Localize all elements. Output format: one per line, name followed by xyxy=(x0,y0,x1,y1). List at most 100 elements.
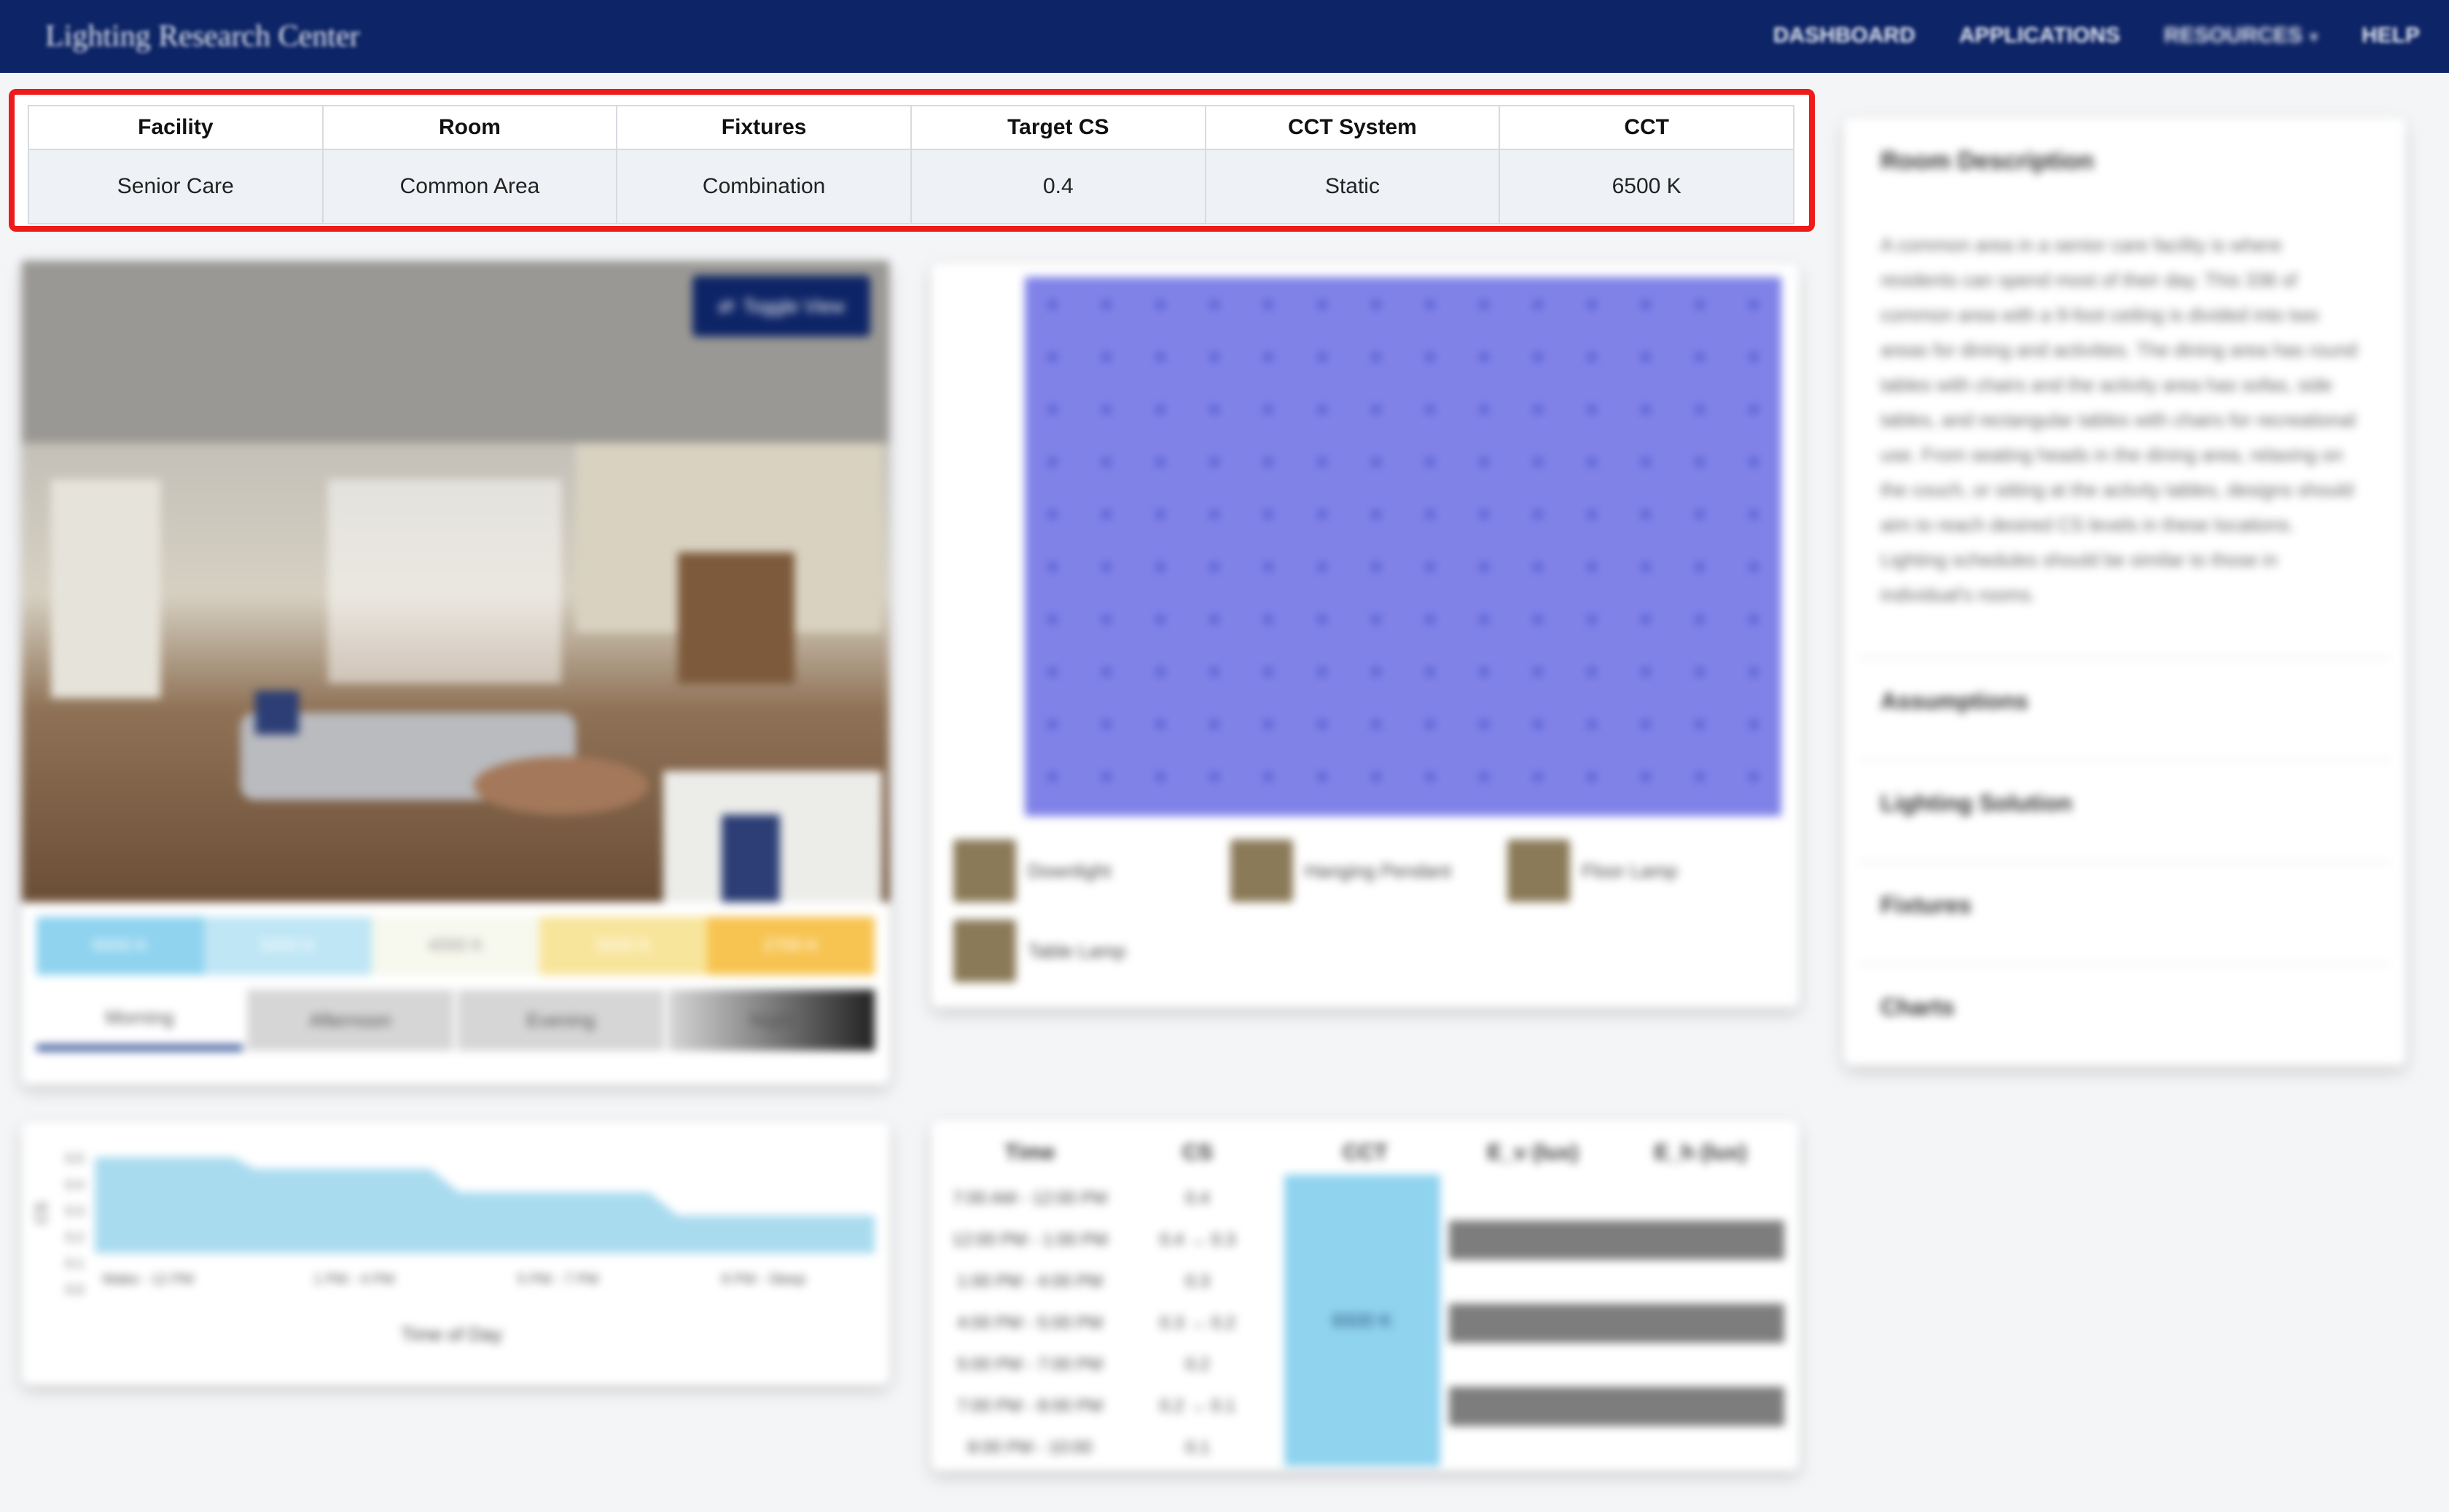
illuminance-point xyxy=(1695,615,1704,624)
cell-cct: 6500 K xyxy=(1499,149,1794,224)
accordion-assumptions[interactable]: Assumptions xyxy=(1859,657,2391,746)
illuminance-point xyxy=(1264,667,1273,676)
illuminance-point xyxy=(1587,615,1596,624)
illuminance-point xyxy=(1641,405,1650,414)
toggle-view-icon: ⇄ xyxy=(718,294,735,317)
room-render-image[interactable]: ⇄ Toggle View xyxy=(22,261,889,902)
cct-option-5000[interactable]: 5000 K xyxy=(204,917,372,975)
cell-room: Common Area xyxy=(321,149,618,224)
tab-night[interactable]: Night xyxy=(668,990,875,1051)
tab-afternoon[interactable]: Afternoon xyxy=(247,990,453,1051)
illuminance-point xyxy=(1426,667,1434,676)
legend-pendant[interactable]: Hanging Pendant xyxy=(1230,839,1493,902)
nav-resources[interactable]: RESOURCES ▾ xyxy=(2164,23,2318,48)
cs-ytick: 0.1 xyxy=(66,1256,84,1271)
cct-option-3000[interactable]: 3000 K xyxy=(539,917,707,975)
illuminance-point xyxy=(1372,563,1380,571)
illuminance-point xyxy=(1480,300,1488,309)
col-room: Room xyxy=(321,105,618,150)
illuminance-point xyxy=(1264,353,1273,361)
illuminance-point xyxy=(1318,667,1327,676)
illuminance-point xyxy=(1264,720,1273,729)
illuminance-point xyxy=(1749,772,1758,781)
illuminance-point xyxy=(1534,458,1542,466)
time-of-day-tabs: Morning Afternoon Evening Night xyxy=(36,990,875,1051)
room-description-title[interactable]: Room Description xyxy=(1880,147,2094,176)
illuminance-point xyxy=(1210,772,1219,781)
cs-ytick: 0.3 xyxy=(66,1204,84,1218)
nav-applications[interactable]: APPLICATIONS xyxy=(1959,23,2120,48)
illuminance-point xyxy=(1480,615,1488,624)
illuminance-point xyxy=(1048,563,1057,571)
schedule-cell xyxy=(1449,1262,1617,1301)
floor-lamp-thumbnail xyxy=(1507,839,1570,902)
illuminance-point xyxy=(1210,353,1219,361)
legend-downlight[interactable]: Downlight xyxy=(953,839,1216,902)
illuminance-point xyxy=(1210,510,1219,519)
tab-evening[interactable]: Evening xyxy=(458,990,664,1051)
illuminance-point xyxy=(1102,563,1111,571)
illuminance-point xyxy=(1318,720,1327,729)
accordion-label: Fixtures xyxy=(1880,892,1972,918)
illuminance-point xyxy=(1480,720,1488,729)
schedule-cell xyxy=(1449,1345,1617,1384)
illuminance-grid[interactable] xyxy=(1025,277,1781,816)
schedule-cell: 0.3 → 0.2 xyxy=(1159,1313,1236,1333)
col-facility: Facility xyxy=(28,105,324,150)
tab-morning[interactable]: Morning xyxy=(36,990,243,1051)
illuminance-point xyxy=(1426,563,1434,571)
cct-option-4000[interactable]: 4000 K xyxy=(372,917,539,975)
illuminance-point xyxy=(1048,667,1057,676)
nav-help[interactable]: HELP xyxy=(2362,23,2420,48)
illuminance-point xyxy=(1426,353,1434,361)
illuminance-point xyxy=(1102,353,1111,361)
legend-table-lamp[interactable]: Table Lamp xyxy=(953,920,1216,982)
illuminance-point xyxy=(1695,405,1704,414)
illuminance-point xyxy=(1480,667,1488,676)
schedule-cell xyxy=(1617,1428,1784,1468)
illuminance-point xyxy=(1587,405,1596,414)
illuminance-point xyxy=(1264,458,1273,466)
cell-fixtures: Combination xyxy=(616,149,912,224)
illuminance-point xyxy=(1426,300,1434,309)
illuminance-point xyxy=(1587,563,1596,571)
schedule-col-cct: CCT xyxy=(1343,1140,1388,1164)
schedule-cell: 5:00 PM - 7:00 PM xyxy=(956,1355,1104,1374)
schedule-cell xyxy=(1449,1428,1617,1468)
illuminance-point xyxy=(1318,510,1327,519)
top-navbar: Lighting Research Center DASHBOARD APPLI… xyxy=(0,0,2449,73)
accordion-lighting-solution[interactable]: Lighting Solution xyxy=(1859,759,2391,848)
illuminance-point xyxy=(1318,300,1327,309)
illuminance-point xyxy=(1641,458,1650,466)
table-lamp-thumbnail xyxy=(953,920,1016,982)
accordion-label: Assumptions xyxy=(1880,688,2028,714)
illuminance-point xyxy=(1480,510,1488,519)
accordion-fixtures[interactable]: Fixtures xyxy=(1859,861,2391,950)
illuminance-point xyxy=(1641,720,1650,729)
illuminance-point xyxy=(1534,300,1542,309)
illuminance-point xyxy=(1210,720,1219,729)
illuminance-point xyxy=(1048,405,1057,414)
room-render-illustration xyxy=(22,261,889,902)
illuminance-point xyxy=(1695,772,1704,781)
illuminance-point xyxy=(1318,772,1327,781)
cs-xtick: 5 PM - 7 PM xyxy=(517,1272,598,1288)
schedule-cell: 0.4 xyxy=(1185,1188,1210,1208)
schedule-cell: 7:00 PM - 8:00 PM xyxy=(956,1396,1104,1416)
brand-logo-text[interactable]: Lighting Research Center xyxy=(45,19,360,54)
illuminance-point xyxy=(1048,300,1057,309)
legend-floor-lamp[interactable]: Floor Lamp xyxy=(1507,839,1770,902)
nav-dashboard[interactable]: DASHBOARD xyxy=(1773,23,1915,48)
illuminance-point xyxy=(1534,772,1542,781)
cct-option-2700[interactable]: 2700 K xyxy=(707,917,875,975)
illuminance-point xyxy=(1210,563,1219,571)
illuminance-point xyxy=(1641,563,1650,571)
cell-facility: Senior Care xyxy=(28,149,324,224)
schedule-cell xyxy=(1449,1179,1617,1218)
illuminance-point xyxy=(1426,510,1434,519)
cct-option-6500[interactable]: 6500 K xyxy=(36,917,204,975)
accordion-charts[interactable]: Charts xyxy=(1859,963,2391,1052)
illuminance-point xyxy=(1264,405,1273,414)
toggle-view-button[interactable]: ⇄ Toggle View xyxy=(692,275,870,337)
illuminance-point xyxy=(1156,667,1165,676)
